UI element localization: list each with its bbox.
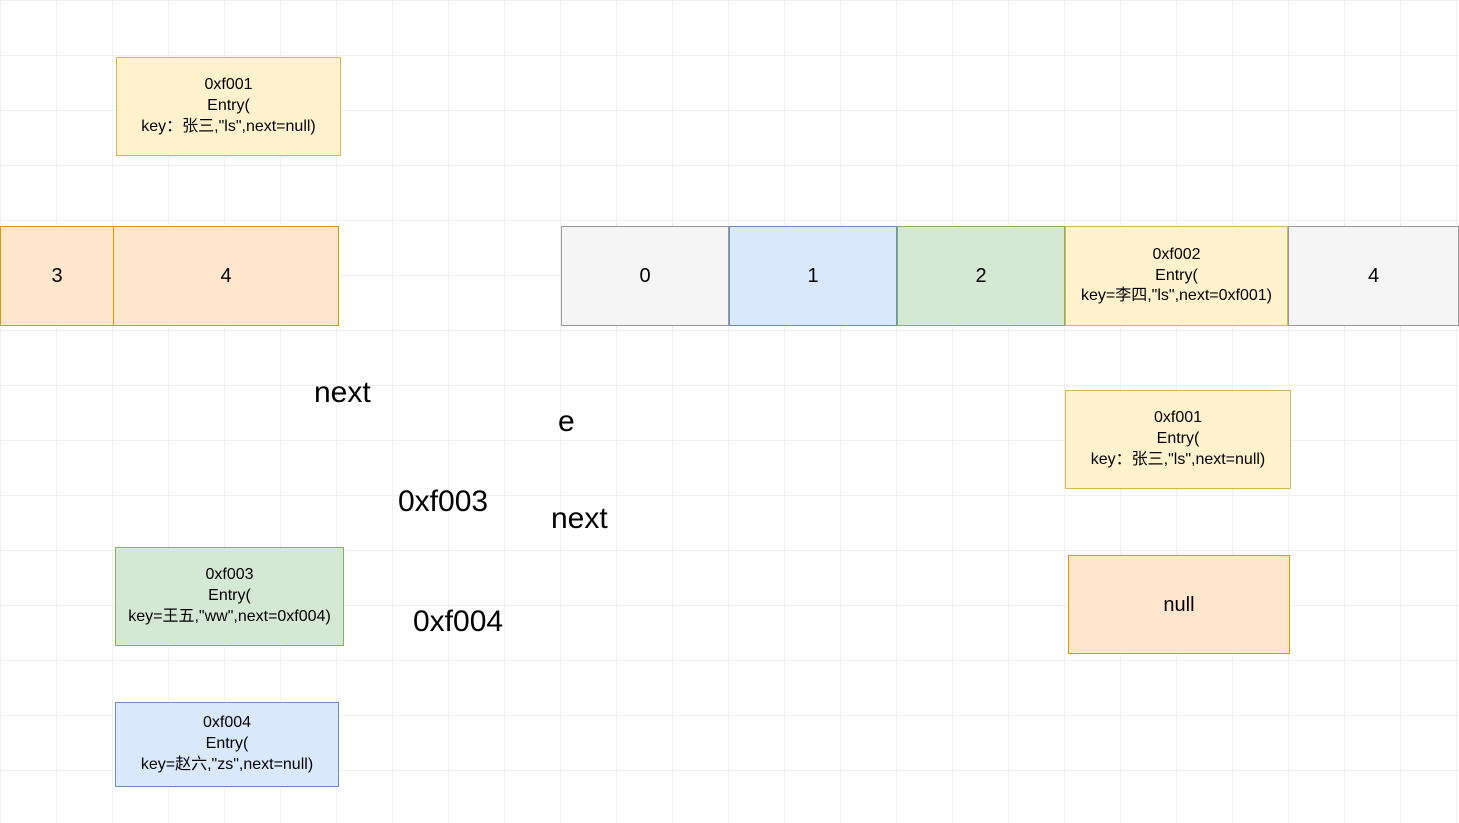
entry-type: Entry( bbox=[1157, 429, 1200, 450]
right-cell-2: 2 bbox=[897, 226, 1065, 326]
cell-label: 2 bbox=[975, 263, 986, 289]
cell-label: 0 bbox=[639, 263, 650, 289]
entry-addr: 0xf003 bbox=[205, 565, 253, 586]
cell-label: 4 bbox=[220, 263, 231, 289]
entry-addr: 0xf002 bbox=[1152, 245, 1200, 266]
entry-type: Entry( bbox=[208, 586, 251, 607]
entry-addr: 0xf001 bbox=[1154, 408, 1202, 429]
label-next-right: next bbox=[551, 502, 608, 536]
entry-detail: key=王五,"ww",next=0xf004) bbox=[128, 607, 331, 628]
left-cell-4: 4 bbox=[113, 226, 339, 326]
entry-detail: key=赵六,"zs",next=null) bbox=[141, 755, 313, 776]
entry-detail: key：张三,"ls",next=null) bbox=[141, 117, 316, 138]
cell-label: 4 bbox=[1368, 263, 1379, 289]
cell-label: 3 bbox=[51, 263, 62, 289]
entry-type: Entry( bbox=[206, 734, 249, 755]
right-cell-0: 0 bbox=[561, 226, 729, 326]
entry-f004: 0xf004 Entry( key=赵六,"zs",next=null) bbox=[115, 702, 339, 787]
right-cell-4: 4 bbox=[1288, 226, 1459, 326]
null-box: null bbox=[1068, 555, 1290, 654]
entry-addr: 0xf001 bbox=[204, 75, 252, 96]
entry-detail: key=李四,"ls",next=0xf001) bbox=[1081, 286, 1272, 307]
entry-detail: key：张三,"ls",next=null) bbox=[1091, 450, 1266, 471]
null-label: null bbox=[1163, 592, 1194, 618]
entry-type: Entry( bbox=[207, 96, 250, 117]
entry-type: Entry( bbox=[1155, 266, 1198, 287]
label-addr-f003: 0xf003 bbox=[398, 485, 488, 519]
label-next-top: next bbox=[314, 376, 371, 410]
label-e: e bbox=[558, 405, 575, 439]
entry-f001-top: 0xf001 Entry( key：张三,"ls",next=null) bbox=[116, 57, 341, 156]
entry-f001-right: 0xf001 Entry( key：张三,"ls",next=null) bbox=[1065, 390, 1291, 489]
label-addr-f004: 0xf004 bbox=[413, 605, 503, 639]
right-cell-1: 1 bbox=[729, 226, 897, 326]
cell-label: 1 bbox=[807, 263, 818, 289]
entry-addr: 0xf004 bbox=[203, 713, 251, 734]
right-cell-f002: 0xf002 Entry( key=李四,"ls",next=0xf001) bbox=[1065, 226, 1288, 326]
entry-f003: 0xf003 Entry( key=王五,"ww",next=0xf004) bbox=[115, 547, 344, 646]
left-cell-3: 3 bbox=[0, 226, 114, 326]
